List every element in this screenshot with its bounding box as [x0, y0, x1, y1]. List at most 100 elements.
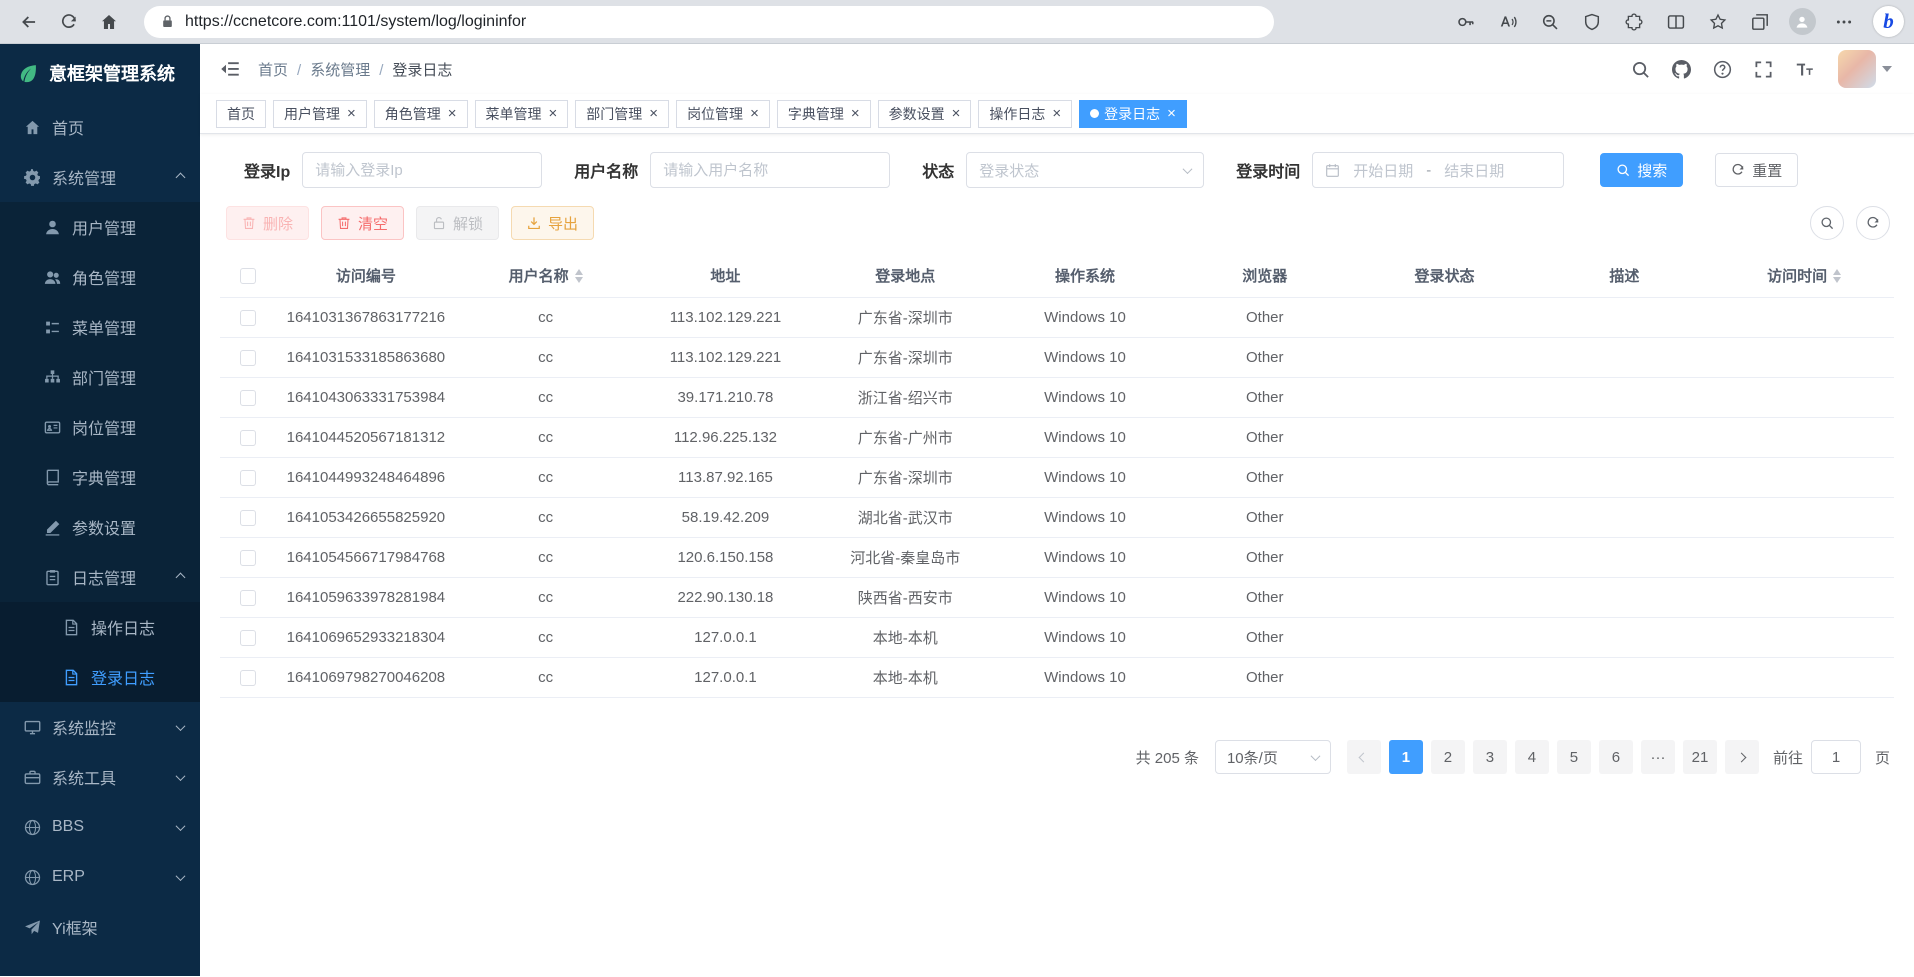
page-number-button[interactable]: 1	[1389, 740, 1423, 774]
sidebar-item[interactable]: 角色管理	[0, 252, 200, 302]
col-browser[interactable]: 浏览器	[1175, 265, 1355, 286]
view-tab[interactable]: 部门管理 ×	[575, 100, 669, 128]
prev-page-button[interactable]	[1347, 740, 1381, 774]
col-location[interactable]: 登录地点	[815, 265, 995, 286]
passwords-button[interactable]	[1447, 4, 1485, 40]
select-all-checkbox[interactable]	[240, 268, 256, 284]
sidebar-item[interactable]: Yi框架	[0, 902, 200, 952]
next-page-button[interactable]	[1725, 740, 1759, 774]
row-checkbox[interactable]	[240, 550, 256, 566]
col-os[interactable]: 操作系统	[995, 265, 1175, 286]
sidebar-item[interactable]: BBS	[0, 802, 200, 852]
read-aloud-button[interactable]	[1489, 4, 1527, 40]
tab-close-icon[interactable]: ×	[649, 106, 658, 121]
sidebar-item[interactable]: 系统监控	[0, 702, 200, 752]
row-checkbox[interactable]	[240, 350, 256, 366]
table-row[interactable]: 1641043063331753984 cc 39.171.210.78 浙江省…	[220, 378, 1894, 418]
view-tab[interactable]: 菜单管理 ×	[475, 100, 569, 128]
sort-icons[interactable]	[575, 269, 583, 283]
col-description[interactable]: 描述	[1534, 265, 1714, 286]
search-button[interactable]: 搜索	[1600, 153, 1683, 187]
fullscreen-button[interactable]	[1748, 54, 1779, 85]
browser-home-button[interactable]	[90, 4, 128, 40]
tab-close-icon[interactable]: ×	[448, 106, 457, 121]
tab-close-icon[interactable]: ×	[750, 106, 759, 121]
security-button[interactable]	[1573, 4, 1611, 40]
col-username[interactable]: 用户名称	[456, 265, 636, 286]
show-search-button[interactable]	[1810, 206, 1844, 240]
sidebar-item[interactable]: 系统管理	[0, 152, 200, 202]
tab-close-icon[interactable]: ×	[347, 106, 356, 121]
table-row[interactable]: 1641044993248464896 cc 113.87.92.165 广东省…	[220, 458, 1894, 498]
page-size-select[interactable]: 10条/页	[1215, 740, 1331, 774]
view-tab[interactable]: 岗位管理 ×	[676, 100, 770, 128]
view-tab[interactable]: 角色管理 ×	[374, 100, 468, 128]
page-number-button[interactable]: 5	[1557, 740, 1591, 774]
col-address[interactable]: 地址	[636, 265, 816, 286]
row-checkbox[interactable]	[240, 510, 256, 526]
tab-close-icon[interactable]: ×	[1167, 106, 1176, 121]
app-logo[interactable]: 意框架管理系统	[0, 44, 200, 102]
refresh-table-button[interactable]	[1856, 206, 1890, 240]
table-row[interactable]: 1641054566717984768 cc 120.6.150.158 河北省…	[220, 538, 1894, 578]
sidebar-toggle[interactable]	[214, 53, 246, 85]
row-checkbox[interactable]	[240, 470, 256, 486]
bing-copilot-button[interactable]: b	[1873, 6, 1904, 37]
view-tab[interactable]: 用户管理 ×	[273, 100, 367, 128]
zoom-button[interactable]	[1531, 4, 1569, 40]
tab-close-icon[interactable]: ×	[952, 106, 961, 121]
sidebar-item[interactable]: 部门管理	[0, 352, 200, 402]
sidebar-item[interactable]: 日志管理	[0, 552, 200, 602]
sidebar-item[interactable]: 操作日志	[0, 602, 200, 652]
login-ip-input[interactable]	[302, 152, 542, 188]
collections-button[interactable]	[1741, 4, 1779, 40]
breadcrumb-item[interactable]: 系统管理	[288, 59, 370, 80]
delete-button[interactable]: 删除	[226, 206, 309, 240]
reset-button[interactable]: 重置	[1715, 153, 1798, 187]
clear-button[interactable]: 清空	[321, 206, 404, 240]
sidebar-item[interactable]: 岗位管理	[0, 402, 200, 452]
export-button[interactable]: 导出	[511, 206, 594, 240]
table-row[interactable]: 1641031367863177216 cc 113.102.129.221 广…	[220, 298, 1894, 338]
header-search-button[interactable]	[1625, 54, 1656, 85]
sidebar-item[interactable]: 字典管理	[0, 452, 200, 502]
font-size-button[interactable]	[1789, 54, 1820, 85]
back-button[interactable]	[10, 4, 48, 40]
user-menu[interactable]	[1838, 50, 1892, 88]
breadcrumb-item[interactable]: 首页	[258, 59, 288, 80]
row-checkbox[interactable]	[240, 310, 256, 326]
page-number-button[interactable]: 21	[1683, 740, 1717, 774]
table-row[interactable]: 1641044520567181312 cc 112.96.225.132 广东…	[220, 418, 1894, 458]
reload-button[interactable]	[50, 4, 88, 40]
more-menu-button[interactable]	[1825, 4, 1863, 40]
tab-close-icon[interactable]: ×	[549, 106, 558, 121]
login-time-range-picker[interactable]: 开始日期 - 结束日期	[1312, 152, 1564, 188]
breadcrumb-item[interactable]: 登录日志	[370, 59, 452, 80]
row-checkbox[interactable]	[240, 590, 256, 606]
view-tab[interactable]: 操作日志 ×	[978, 100, 1072, 128]
sidebar-item[interactable]: 菜单管理	[0, 302, 200, 352]
view-tab[interactable]: 参数设置 ×	[878, 100, 972, 128]
end-date[interactable]: 结束日期	[1444, 160, 1504, 181]
row-checkbox[interactable]	[240, 390, 256, 406]
page-number-button[interactable]: 6	[1599, 740, 1633, 774]
sidebar-item[interactable]: 首页	[0, 102, 200, 152]
sidebar-item[interactable]: 系统工具	[0, 752, 200, 802]
row-checkbox[interactable]	[240, 670, 256, 686]
col-visit-id[interactable]: 访问编号	[276, 265, 456, 286]
row-checkbox[interactable]	[240, 630, 256, 646]
help-button[interactable]	[1707, 54, 1738, 85]
table-row[interactable]: 1641059633978281984 cc 222.90.130.18 陕西省…	[220, 578, 1894, 618]
github-button[interactable]	[1666, 54, 1697, 85]
table-row[interactable]: 1641069652933218304 cc 127.0.0.1 本地-本机 W…	[220, 618, 1894, 658]
page-number-button[interactable]: 2	[1431, 740, 1465, 774]
view-tab[interactable]: 首页 ×	[216, 100, 266, 128]
sidebar-item[interactable]: 用户管理	[0, 202, 200, 252]
sidebar-item[interactable]: ERP	[0, 852, 200, 902]
view-tab[interactable]: 登录日志 ×	[1079, 100, 1187, 128]
table-row[interactable]: 1641031533185863680 cc 113.102.129.221 广…	[220, 338, 1894, 378]
table-row[interactable]: 1641069798270046208 cc 127.0.0.1 本地-本机 W…	[220, 658, 1894, 698]
unlock-button[interactable]: 解锁	[416, 206, 499, 240]
profile-button[interactable]	[1783, 4, 1821, 40]
start-date[interactable]: 开始日期	[1353, 160, 1413, 181]
